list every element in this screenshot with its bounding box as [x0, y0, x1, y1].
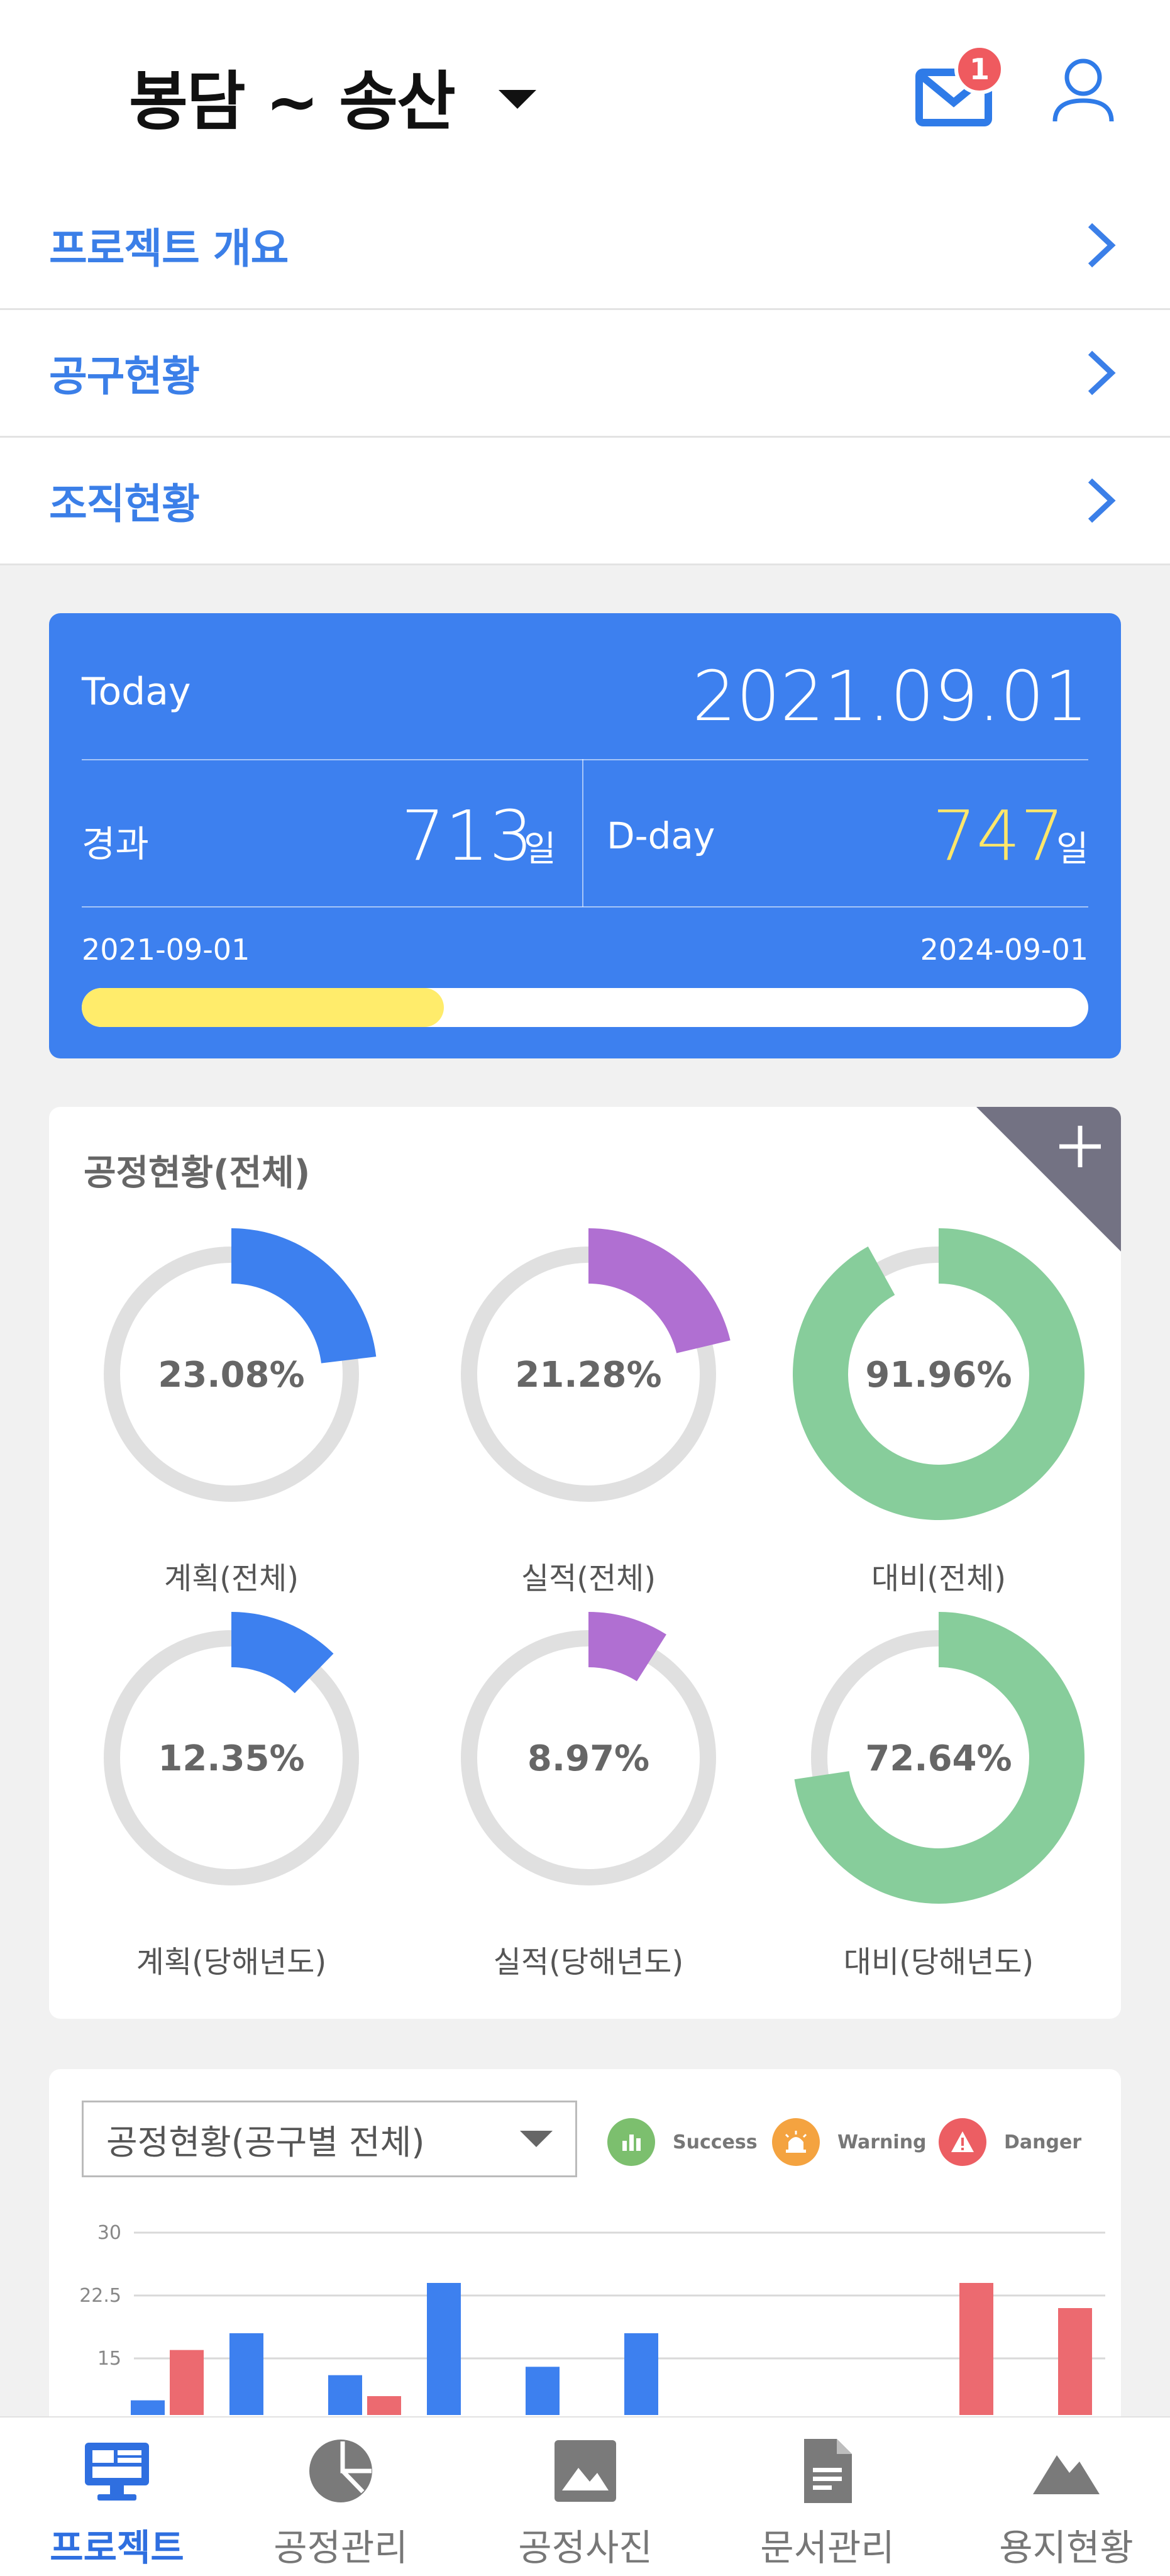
nav-photos[interactable]: 공정사진 — [468, 2418, 702, 2576]
menu-item-label: 프로젝트 개요 — [49, 225, 289, 273]
chevron-down-icon — [498, 90, 536, 109]
pie-chart-icon — [309, 2440, 372, 2502]
project-title: 봉담 ~ 송산 — [129, 64, 456, 140]
chart-bar — [1058, 2308, 1092, 2415]
chart-bar — [131, 2400, 165, 2415]
donut-arc — [588, 1228, 731, 1353]
menu-item-label: 공구현황 — [49, 352, 200, 401]
legend-label: Danger — [1004, 2131, 1082, 2153]
donut-arc — [231, 1228, 377, 1363]
donut-chart: 12.35% — [104, 1612, 359, 1885]
donut-chart: 8.97% — [461, 1612, 716, 1885]
donut-value: 91.96% — [865, 1355, 1012, 1396]
chart-bar — [170, 2350, 204, 2415]
mail-count-badge: 1 — [954, 44, 1005, 94]
donut-arc — [588, 1612, 666, 1682]
alarm-icon — [772, 2118, 820, 2166]
monitor-icon — [85, 2443, 149, 2501]
donut-chart: 21.28% — [461, 1228, 731, 1502]
document-icon — [804, 2439, 852, 2503]
menu-item-label: 조직현황 — [49, 480, 200, 528]
chevron-right-icon — [1088, 223, 1116, 268]
chart-bar — [367, 2396, 401, 2415]
donut-value: 23.08% — [158, 1355, 304, 1396]
donut-label: 계획(당해년도) — [136, 1945, 327, 1980]
start-date: 2021-09-01 — [82, 933, 250, 967]
nav-label: 용지현황 — [999, 2526, 1134, 2569]
schedule-progress-fill — [82, 988, 444, 1027]
donut-label: 대비(전체) — [871, 1561, 1007, 1596]
bottom-nav: 프로젝트 공정관리 공정사진 문서관리 용지현황 — [0, 2416, 1170, 2576]
elapsed-unit: 일 — [524, 829, 556, 870]
donut-label: 계획(전체) — [163, 1561, 299, 1596]
donut-chart: 72.64% — [794, 1612, 1084, 1904]
schedule-progress-bar — [82, 988, 1088, 1027]
image-icon — [555, 2440, 616, 2502]
nav-label: 공정관리 — [273, 2526, 408, 2569]
nav-label: 문서관리 — [760, 2526, 895, 2569]
today-card: Today 2021.09.01 경과 713 일 D-day 747 일 20… — [49, 613, 1121, 1058]
today-label: Today — [82, 670, 191, 714]
nav-documents[interactable]: 문서관리 — [710, 2418, 944, 2576]
legend-label: Success — [673, 2131, 758, 2153]
y-tick-label: 30 — [97, 2222, 121, 2244]
donut-value: 72.64% — [865, 1738, 1012, 1779]
donut-chart: 91.96% — [793, 1228, 1084, 1520]
chart-type-select-value: 공정현황(공구별 전체) — [106, 2122, 425, 2162]
chart-bar — [959, 2283, 993, 2415]
project-selector[interactable]: 봉담 ~ 송산 — [129, 55, 536, 140]
donut-value: 8.97% — [527, 1738, 649, 1779]
project-menu: 프로젝트 개요 공구현황 조직현황 — [0, 182, 1170, 565]
dday-days: 747 — [932, 796, 1064, 876]
chevron-right-icon — [1088, 478, 1116, 523]
menu-item-overview[interactable]: 프로젝트 개요 — [0, 182, 1170, 310]
nav-project[interactable]: 프로젝트 — [0, 2418, 234, 2576]
elapsed-days: 713 — [401, 796, 533, 876]
end-date: 2024-09-01 — [920, 933, 1088, 967]
chart-type-select[interactable]: 공정현황(공구별 전체) — [82, 2101, 577, 2177]
nav-label: 공정사진 — [518, 2526, 653, 2569]
chart-bar — [229, 2333, 263, 2415]
donut-chart: 23.08% — [104, 1228, 377, 1502]
divider — [82, 759, 1088, 760]
today-date: 2021.09.01 — [692, 656, 1088, 736]
chart-bar — [526, 2367, 560, 2415]
donut-value: 21.28% — [515, 1355, 661, 1396]
donut-label: 실적(전체) — [521, 1561, 656, 1596]
chevron-right-icon — [1088, 350, 1116, 396]
dday-unit: 일 — [1056, 829, 1089, 870]
divider — [582, 759, 583, 907]
legend-label: Warning — [837, 2131, 927, 2153]
mountain-icon — [1033, 2455, 1100, 2494]
bar-chart-icon — [607, 2118, 655, 2166]
donut-value: 12.35% — [158, 1738, 304, 1779]
elapsed-label: 경과 — [82, 823, 149, 865]
chevron-down-icon — [520, 2131, 553, 2147]
divider — [82, 906, 1088, 908]
menu-item-sections[interactable]: 공구현황 — [0, 310, 1170, 438]
legend-warning: Warning — [772, 2118, 927, 2166]
nav-process[interactable]: 공정관리 — [224, 2418, 458, 2576]
process-status-card: 공정현황(전체) 23.08% 계획(전체) 21.28% 실적(전체) 91.96% 대… — [49, 1107, 1121, 2019]
legend-success: Success — [607, 2118, 758, 2166]
donut-label: 실적(당해년도) — [493, 1945, 684, 1980]
section-bar-chart: 30 22.5 15 — [79, 2222, 1105, 2415]
alert-triangle-icon — [939, 2118, 986, 2166]
nav-label: 프로젝트 — [50, 2526, 184, 2569]
y-tick-label: 22.5 — [79, 2285, 121, 2307]
process-status-title: 공정현황(전체) — [84, 1153, 311, 1194]
donut-label: 대비(당해년도) — [843, 1945, 1034, 1980]
menu-item-organization[interactable]: 조직현황 — [0, 438, 1170, 565]
app-header: 봉담 ~ 송산 1 — [0, 0, 1170, 182]
chart-bar — [624, 2333, 658, 2415]
user-icon — [1052, 58, 1114, 122]
legend-danger: Danger — [939, 2118, 1081, 2166]
y-tick-label: 15 — [97, 2348, 121, 2370]
user-button[interactable] — [1049, 55, 1118, 131]
chart-bar — [427, 2283, 461, 2415]
nav-land[interactable]: 용지현황 — [949, 2418, 1170, 2576]
dday-label: D-day — [607, 814, 715, 857]
chart-bar — [328, 2375, 362, 2415]
